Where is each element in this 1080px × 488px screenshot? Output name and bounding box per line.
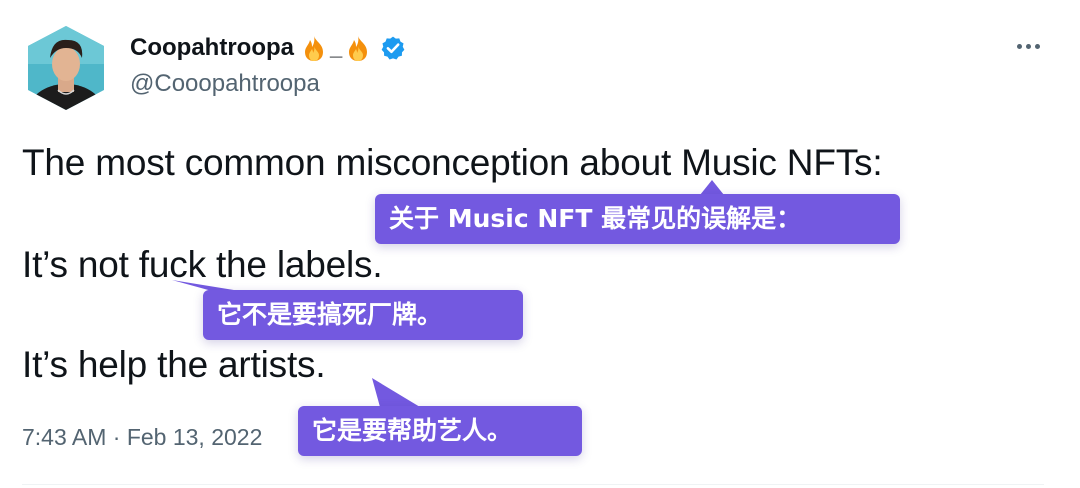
dot <box>1025 43 1031 49</box>
dot <box>1034 43 1040 49</box>
dot <box>1016 43 1022 49</box>
fire-emoji-icon <box>349 36 368 61</box>
translation-callout-3: 它是要帮助艺人。 <box>298 406 582 456</box>
translation-callout-1: 关于 Music NFT 最常见的误解是： <box>375 194 900 244</box>
author-handle[interactable]: @Cooopahtroopa <box>130 70 320 98</box>
author-name-row[interactable]: Coopahtroopa _ <box>130 30 406 66</box>
display-name[interactable]: Coopahtroopa <box>130 34 294 62</box>
name-emoji-group: _ <box>300 34 372 62</box>
divider <box>22 484 1044 485</box>
avatar[interactable] <box>22 24 110 112</box>
more-options-icon[interactable] <box>1012 34 1044 58</box>
verified-badge-icon[interactable] <box>380 35 406 61</box>
avatar-image <box>22 24 110 112</box>
callout-pointer-3 <box>372 378 420 407</box>
tweet-text-line-3: It’s help the artists. <box>22 344 326 385</box>
tweet-timestamp[interactable]: 7:43 AM · Feb 13, 2022 <box>22 424 262 451</box>
name-separator: _ <box>329 35 343 60</box>
translation-callout-2: 它不是要搞死厂牌。 <box>203 290 523 340</box>
fire-emoji-icon <box>304 36 323 61</box>
tweet-text-line-2: It’s not fuck the labels. <box>22 244 383 285</box>
tweet-text-line-1: The most common misconception about Musi… <box>22 142 883 183</box>
